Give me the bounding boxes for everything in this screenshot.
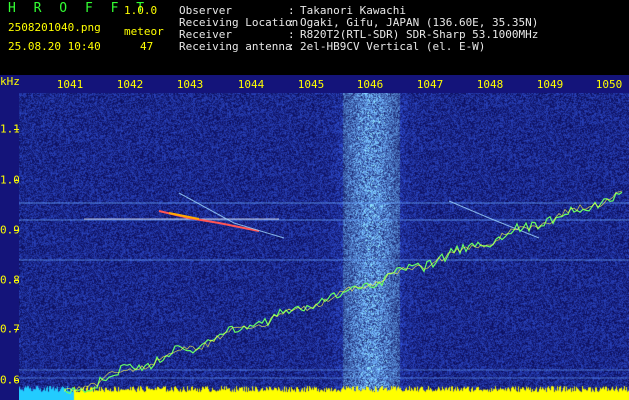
datetime-label: 25.08.20 10:40 xyxy=(8,40,101,53)
freq-tick-label: 1043 xyxy=(176,78,204,91)
frequency-axis: 1041 1042 1043 1044 1045 1046 1047 1048 … xyxy=(0,75,629,93)
meteor-echo xyxy=(178,192,285,239)
khz-unit-label: kHz xyxy=(0,75,20,88)
spectrogram-overlay xyxy=(19,190,629,395)
freq-tick-label: 1047 xyxy=(416,78,444,91)
freq-tick-label: 1045 xyxy=(297,78,325,91)
filename-label: 2508201040.png xyxy=(8,21,101,34)
antenna-value: 2el-HB9CV Vertical (el. E-W) xyxy=(300,40,486,53)
spectrogram-plot xyxy=(19,93,629,400)
meteor-count: 47 xyxy=(140,40,154,53)
meteor-echo xyxy=(168,212,200,220)
antenna-separator: : xyxy=(288,40,295,53)
header-panel: H R O F F T 1.0.0 2508201040.png 25.08.2… xyxy=(0,0,629,75)
freq-tick-label: 1046 xyxy=(356,78,384,91)
version-label: 1.0.0 xyxy=(124,4,158,17)
antenna-key: Receiving antenna xyxy=(179,40,292,53)
rising-signal-trace xyxy=(63,191,623,395)
freq-tick-label: 1048 xyxy=(476,78,504,91)
freq-tick-label: 1049 xyxy=(536,78,564,91)
time-axis: 1.1 1.0 0.9 0.8 0.7 0.6 xyxy=(0,93,20,400)
freq-tick-label: 1042 xyxy=(116,78,144,91)
freq-tick-label: 1044 xyxy=(237,78,265,91)
freq-tick-label: 1050 xyxy=(595,78,623,91)
rising-signal-trace xyxy=(63,190,623,392)
meteor-label: meteor xyxy=(124,25,164,38)
freq-tick-label: 1041 xyxy=(56,78,84,91)
